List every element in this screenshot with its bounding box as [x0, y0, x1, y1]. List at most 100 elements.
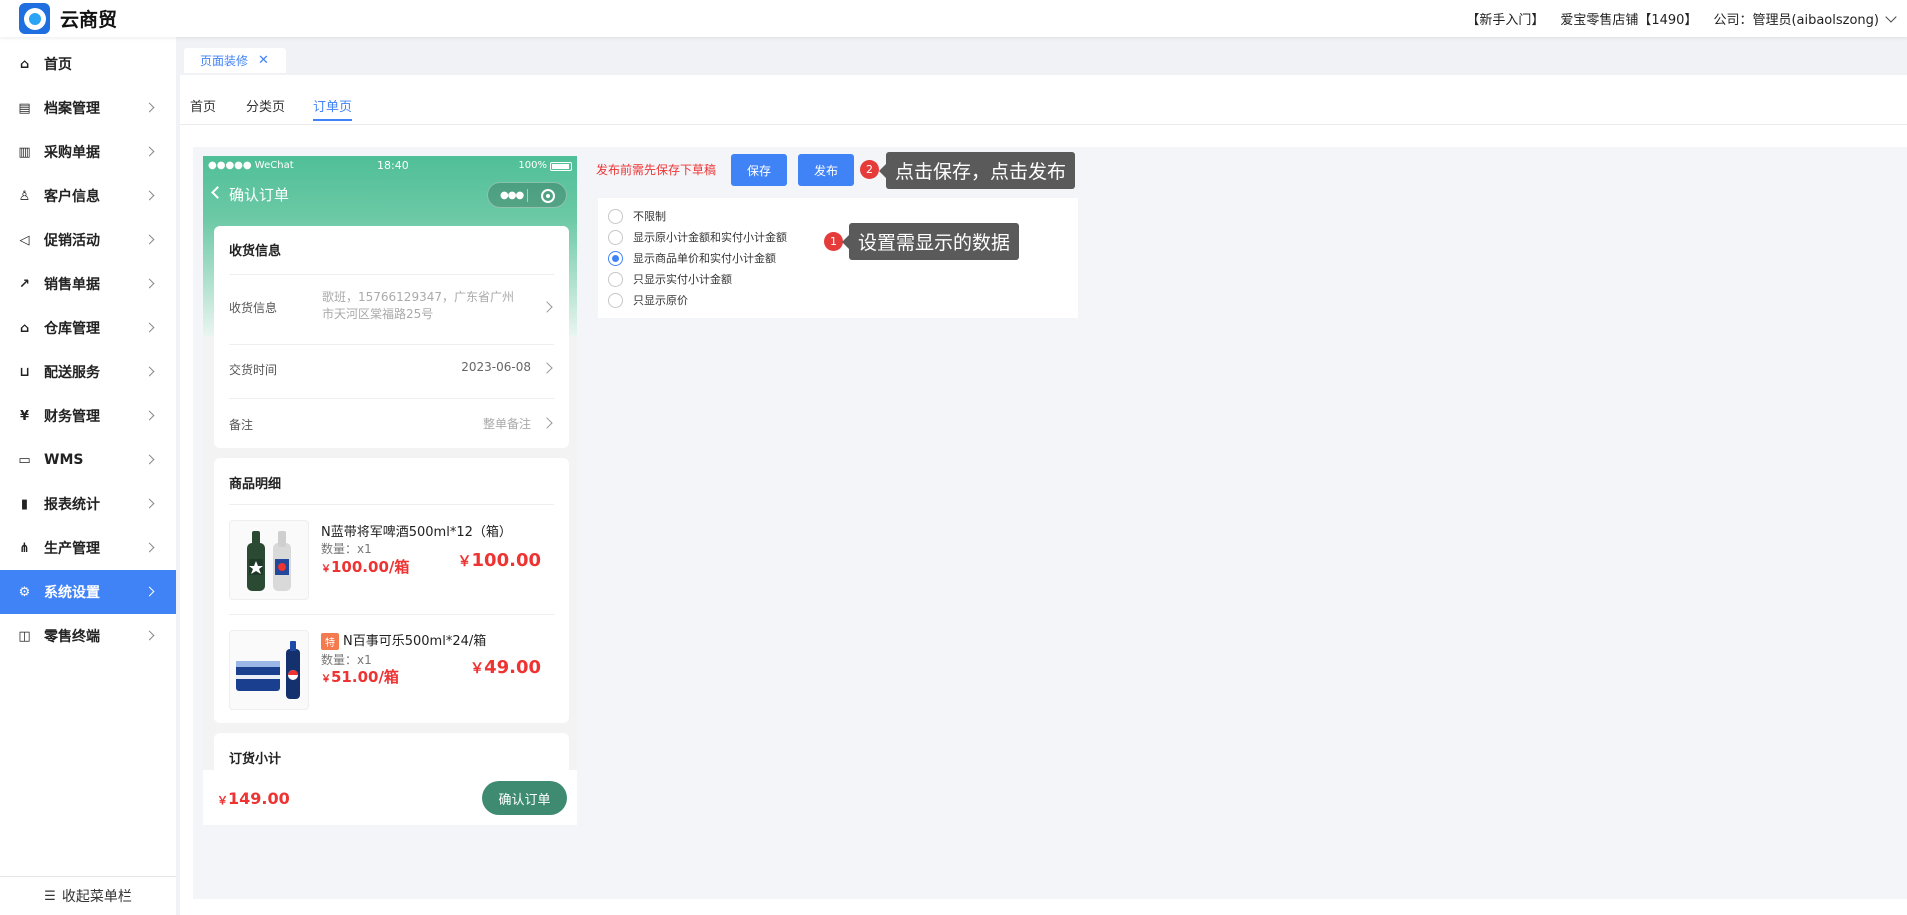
save-draft-hint: 发布前需先保存下草稿 [596, 163, 717, 177]
sidebar-item-11[interactable]: ⋔ 生产管理 [0, 526, 176, 570]
sidebar-item-label: 仓库管理 [44, 321, 100, 337]
app-logo[interactable] [19, 3, 50, 34]
chevron-right-icon[interactable] [541, 417, 553, 429]
chevron-right-icon[interactable] [541, 301, 553, 313]
save-button[interactable]: 保存 [731, 154, 787, 186]
chevron-right-icon [144, 586, 155, 597]
sidebar-item-label: 档案管理 [44, 101, 100, 117]
address-value[interactable]: 歌班，15766129347，广东省广州 市天河区棠福路25号 [322, 289, 532, 323]
display-option-4[interactable]: 只显示原价 [608, 292, 688, 308]
goods-detail-card: 商品明细 N蓝带将军啤酒500ml*12（箱） 数量：x1 ￥100.00/箱 … [214, 458, 569, 723]
radio-button[interactable] [608, 292, 623, 308]
archive-icon: ▤ [18, 100, 31, 116]
special-tag: 特 [321, 633, 339, 650]
option-label: 只显示实付小计金额 [633, 273, 732, 286]
radio-button[interactable] [608, 250, 623, 266]
sidebar-item-label: 促销活动 [44, 233, 100, 249]
collapse-icon: ☰ [44, 888, 56, 904]
display-option-3[interactable]: 只显示实付小计金额 [608, 271, 732, 287]
note-value[interactable]: 整单备注 [483, 415, 531, 432]
sidebar-item-label: 零售终端 [44, 629, 100, 645]
goods-total-1: ￥100.00 [457, 550, 541, 571]
sidebar-item-0[interactable]: ⌂ 首页 [0, 42, 176, 86]
receive-card-title: 收货信息 [229, 244, 282, 259]
tab-page-decoration[interactable]: 页面装修 ✕ [184, 48, 286, 73]
sidebar-item-label: 生产管理 [44, 541, 100, 557]
chevron-right-icon [144, 146, 155, 157]
close-icon[interactable]: ✕ [258, 53, 269, 68]
chevron-right-icon [144, 542, 155, 553]
truck-icon: ▭ [18, 452, 31, 468]
confirm-order-button[interactable]: 确认订单 [482, 781, 567, 815]
close-circle-icon[interactable] [541, 189, 555, 203]
subtab-order[interactable]: 订单页 [313, 96, 353, 121]
goods-total-2: ￥49.00 [470, 657, 541, 678]
display-option-1[interactable]: 显示原小计金额和实付小计金额 [608, 229, 787, 245]
sidebar-item-2[interactable]: ▥ 采购单据 [0, 130, 176, 174]
option-label: 显示原小计金额和实付小计金额 [633, 231, 787, 244]
top-bar: 云商贸 【新手入门】 爱宝零售店铺【1490】 公司：管理员(aibaolszo… [0, 0, 1907, 37]
main-content: 首页 分类页 订单页 ●●●●● WeChat 18:40 100% 确认订单 … [180, 75, 1907, 915]
delivery-time-label: 交货时间 [229, 363, 278, 377]
sidebar-item-12[interactable]: ⚙ 系统设置 [0, 570, 176, 614]
warehouse-icon: ⌂ [19, 320, 30, 336]
sidebar-item-3[interactable]: ♙ 客户信息 [0, 174, 176, 218]
address-label: 收货信息 [229, 301, 278, 315]
chevron-right-icon [144, 190, 155, 201]
signal-text: ●●●●● WeChat [208, 160, 294, 171]
chevron-right-icon [144, 498, 155, 509]
sidebar-item-label: 首页 [44, 57, 72, 73]
home-icon: ⌂ [19, 56, 30, 72]
more-dots-icon[interactable]: ●●● [500, 190, 524, 201]
subtab-home[interactable]: 首页 [190, 96, 216, 115]
finance-icon: ¥ [19, 408, 30, 424]
collapse-menu-button[interactable]: ☰ 收起菜单栏 [0, 876, 176, 915]
radio-button[interactable] [608, 208, 623, 224]
chevron-right-icon [144, 234, 155, 245]
goods-qty-1: 数量：x1 [321, 542, 372, 556]
gear-icon: ⚙ [18, 584, 31, 600]
receive-info-card: 收货信息 收货信息 歌班，15766129347，广东省广州 市天河区棠福路25… [214, 226, 569, 448]
sidebar-item-1[interactable]: ▤ 档案管理 [0, 86, 176, 130]
phone-preview: ●●●●● WeChat 18:40 100% 确认订单 ●●● 收货信息 收货… [203, 156, 577, 825]
sidebar-item-4[interactable]: ◁ 促销活动 [0, 218, 176, 262]
chart-line-icon: ↗ [19, 276, 30, 292]
goods-name-2: 特 N百事可乐500ml*24/箱 [321, 630, 486, 650]
chevron-right-icon [144, 454, 155, 465]
store-name[interactable]: 爱宝零售店铺【1490】 [1560, 9, 1697, 28]
company-user[interactable]: 公司：管理员(aibaolszong) [1713, 9, 1879, 28]
display-option-0[interactable]: 不限制 [608, 208, 666, 224]
delivery-time-value[interactable]: 2023-06-08 [461, 360, 531, 374]
chevron-right-icon [144, 102, 155, 113]
chevron-down-icon[interactable] [1885, 10, 1897, 23]
mini-program-capsule[interactable]: ●●● [487, 182, 567, 208]
radio-button[interactable] [608, 229, 623, 245]
beer-product-image [229, 520, 309, 600]
sidebar-item-label: WMS [44, 452, 84, 468]
cart-icon: ⊔ [19, 364, 30, 380]
chevron-right-icon[interactable] [541, 362, 553, 374]
phone-status-bar: ●●●●● WeChat 18:40 100% [203, 158, 577, 174]
sidebar-item-10[interactable]: ▮ 报表统计 [0, 482, 176, 526]
sidebar-item-label: 财务管理 [44, 409, 100, 425]
chevron-right-icon [144, 366, 155, 377]
sidebar-item-13[interactable]: ◫ 零售终端 [0, 614, 176, 658]
sidebar-item-8[interactable]: ¥ 财务管理 [0, 394, 176, 438]
network-icon: ⋔ [19, 540, 30, 556]
sidebar-item-5[interactable]: ↗ 销售单据 [0, 262, 176, 306]
step-badge-2: 2 [860, 160, 879, 179]
display-option-2[interactable]: 显示商品单价和实付小计金额 [608, 250, 776, 266]
radio-button[interactable] [608, 271, 623, 287]
back-arrow-icon[interactable] [211, 186, 224, 199]
goods-name-1: N蓝带将军啤酒500ml*12（箱） [321, 525, 512, 540]
guide-link[interactable]: 【新手入门】 [1466, 9, 1544, 28]
sidebar-item-9[interactable]: ▭ WMS [0, 438, 176, 482]
cola-product-image [229, 630, 309, 710]
status-time: 18:40 [377, 159, 409, 172]
sidebar-item-6[interactable]: ⌂ 仓库管理 [0, 306, 176, 350]
sidebar-item-7[interactable]: ⊔ 配送服务 [0, 350, 176, 394]
collapse-label: 收起菜单栏 [61, 889, 132, 905]
subtab-category[interactable]: 分类页 [246, 96, 285, 115]
publish-button[interactable]: 发布 [798, 154, 854, 186]
subtabs: 首页 分类页 订单页 [180, 75, 1907, 125]
